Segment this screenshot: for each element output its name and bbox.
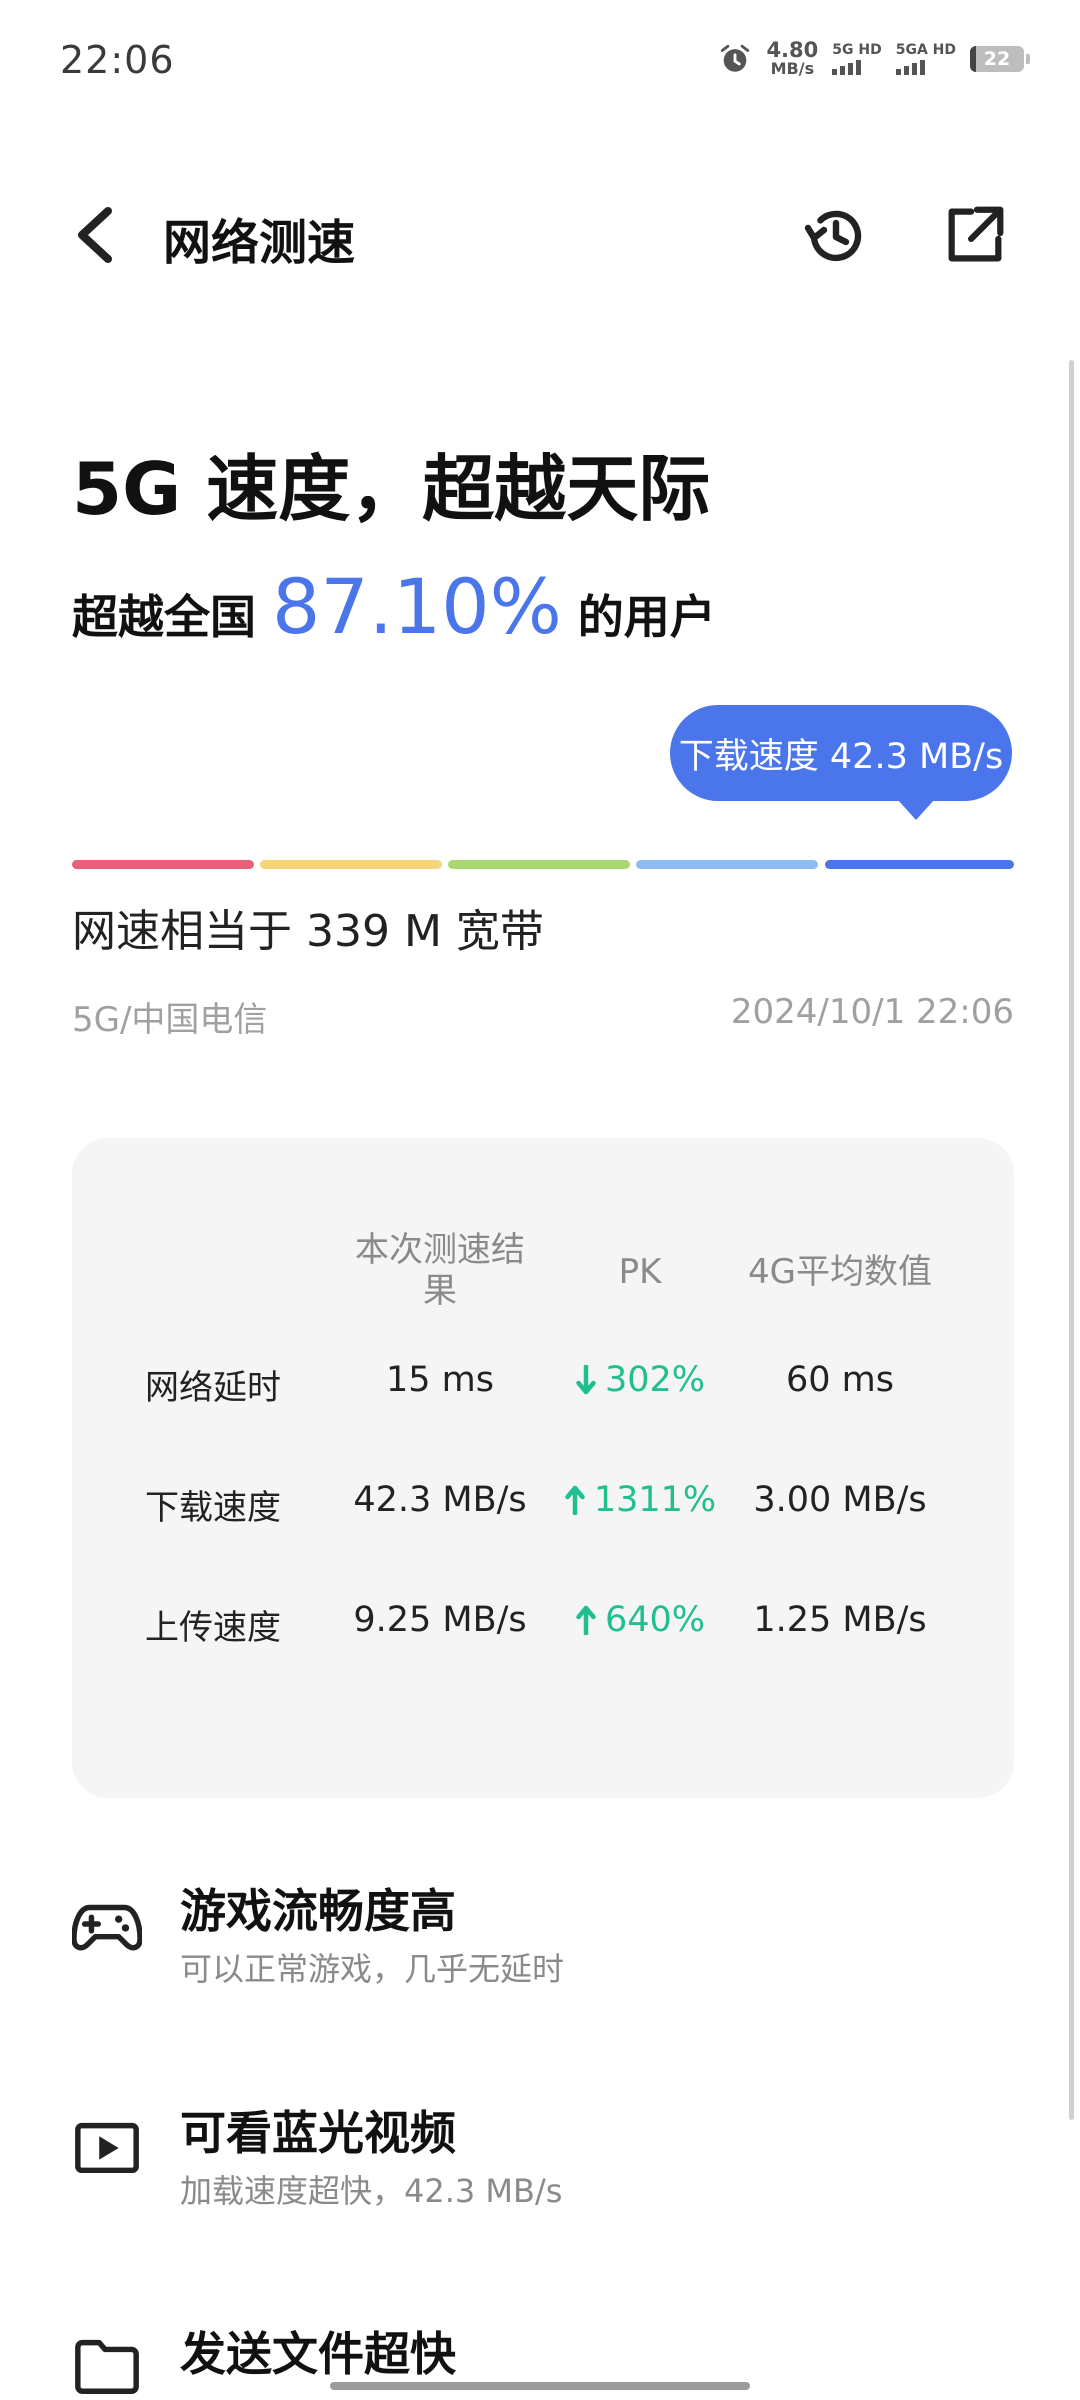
- scrollbar[interactable]: [1069, 360, 1074, 2120]
- download-speed-bubble: 下载速度 42.3 MB/s: [670, 705, 1012, 801]
- network-speed-value: 4.80: [766, 38, 819, 62]
- speed-level-bar-1: [72, 860, 254, 869]
- latency-pk: 302%: [550, 1360, 730, 1400]
- feature-title-video: 可看蓝光视频: [180, 2106, 456, 2160]
- test-datetime: 2024/10/1 22:06: [730, 992, 1014, 1032]
- speed-level-bar-5: [825, 860, 1014, 869]
- battery-icon: 22: [970, 45, 1030, 72]
- alarm-icon: [721, 44, 750, 72]
- latency-4g-average: 60 ms: [786, 1360, 894, 1400]
- page-title: 网络测速: [163, 215, 356, 271]
- arrow-up-icon: [576, 1605, 596, 1635]
- feature-desc-video: 加载速度超快，42.3 MB/s: [180, 2172, 563, 2210]
- speed-level-bar-2: [260, 860, 442, 869]
- bubble-pointer: [898, 800, 934, 820]
- upload-current: 9.25 MB/s: [353, 1600, 527, 1640]
- result-headline: 5G 速度，超越天际: [72, 447, 711, 531]
- share-icon[interactable]: [940, 200, 1010, 270]
- back-arrow-icon[interactable]: [72, 205, 116, 265]
- home-indicator[interactable]: [330, 2382, 750, 2390]
- latency-current: 15 ms: [386, 1360, 494, 1400]
- speed-level-bar-4: [636, 860, 818, 869]
- row-label-upload: 上传速度: [145, 1608, 281, 1648]
- feature-title-gaming: 游戏流畅度高: [180, 1884, 456, 1938]
- gamepad-icon: [72, 1904, 142, 1951]
- download-4g-average: 3.00 MB/s: [753, 1480, 927, 1520]
- feature-desc-gaming: 可以正常游戏，几乎无延时: [180, 1950, 565, 1988]
- sim2-signal: 5GA HD: [895, 41, 956, 75]
- beat-prefix: 超越全国: [72, 590, 256, 644]
- header-current-result: 本次测速结果: [355, 1230, 525, 1311]
- upload-pk-value: 640%: [604, 1600, 706, 1640]
- sim1-label: 5G HD: [832, 41, 882, 58]
- arrow-up-icon: [565, 1485, 585, 1515]
- history-icon[interactable]: [800, 200, 872, 272]
- broadband-equivalent: 网速相当于 339 M 宽带: [72, 906, 544, 957]
- beat-suffix: 的用户: [577, 590, 716, 644]
- comparison-card: [72, 1138, 1014, 1798]
- row-label-download: 下载速度: [145, 1488, 281, 1528]
- status-time: 22:06: [60, 38, 175, 82]
- sim2-label: 5GA HD: [895, 41, 956, 58]
- download-pk: 1311%: [550, 1480, 730, 1520]
- row-label-latency: 网络延时: [145, 1368, 281, 1408]
- battery-level: 22: [983, 47, 1011, 70]
- download-pk-value: 1311%: [593, 1480, 717, 1520]
- upload-4g-average: 1.25 MB/s: [753, 1600, 927, 1640]
- signal-bars-icon: [832, 59, 862, 75]
- speed-level-bar-3: [448, 860, 630, 869]
- signal-bars-icon: [895, 59, 925, 75]
- arrow-down-icon: [576, 1365, 596, 1395]
- feature-title-file: 发送文件超快: [180, 2327, 456, 2381]
- carrier-info: 5G/中国电信: [72, 1000, 268, 1040]
- status-icons: 4.80 MB/s 5G HD 5GA HD 22: [718, 40, 1030, 77]
- video-play-icon: [75, 2122, 139, 2174]
- network-speed-unit: MB/s: [770, 59, 815, 78]
- download-current: 42.3 MB/s: [353, 1480, 527, 1520]
- latency-pk-value: 302%: [604, 1360, 706, 1400]
- header-4g-average: 4G平均数值: [748, 1252, 932, 1292]
- beat-percent: 87.10%: [272, 562, 562, 651]
- sim1-signal: 5G HD: [832, 41, 882, 75]
- beat-percentage: 超越全国 87.10% 的用户: [72, 562, 716, 651]
- network-speed: 4.80 MB/s: [766, 40, 818, 77]
- upload-pk: 640%: [550, 1600, 730, 1640]
- header-pk: PK: [618, 1252, 662, 1292]
